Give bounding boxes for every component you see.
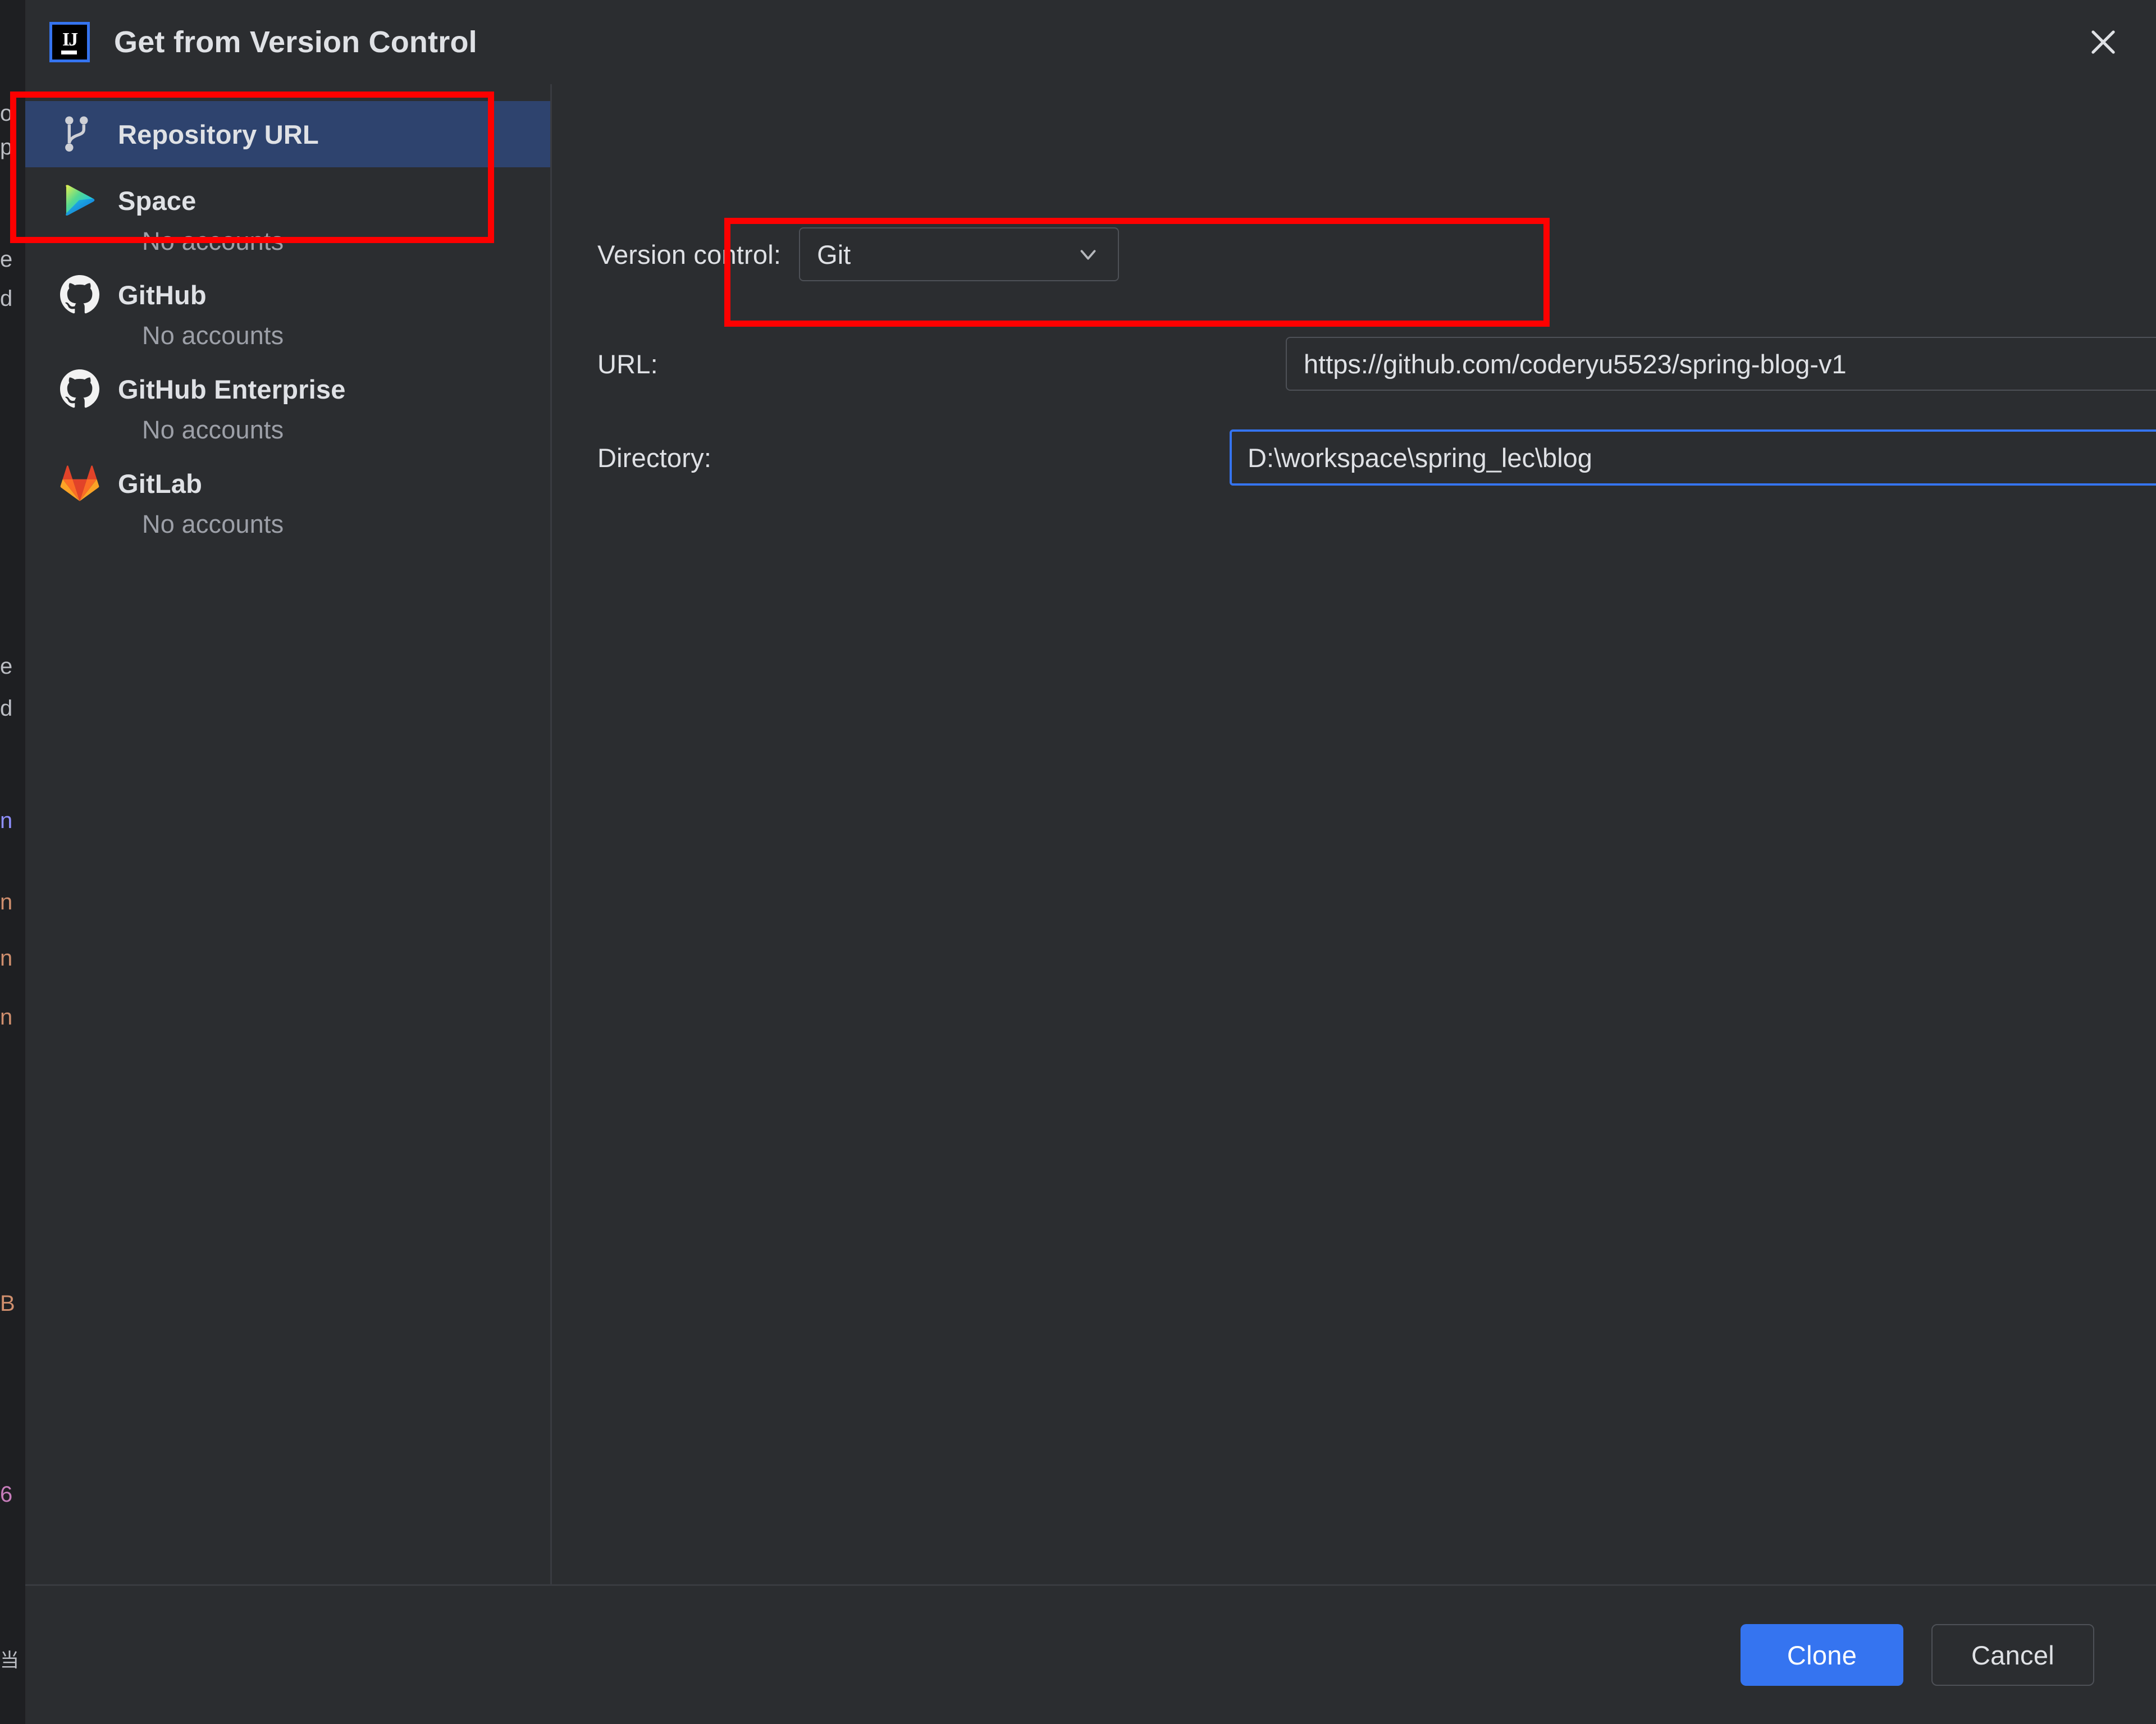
github-icon xyxy=(60,275,104,314)
version-control-value: Git xyxy=(817,239,851,269)
directory-input[interactable]: D:\workspace\spring_lec\blog xyxy=(1230,429,2156,486)
git-branch-icon xyxy=(60,114,104,154)
dialog-title: Get from Version Control xyxy=(114,25,477,59)
sidebar-item-github-enterprise[interactable]: GitHub Enterprise No accounts xyxy=(25,356,550,445)
sidebar-item-label: GitHub xyxy=(118,280,207,310)
version-control-row: Version control: Git xyxy=(597,227,1120,281)
jetbrains-space-icon xyxy=(60,181,104,220)
directory-label: Directory: xyxy=(597,442,712,473)
sidebar-item-label: Repository URL xyxy=(118,119,319,149)
get-from-version-control-dialog: IJ Get from Version Control Repository U… xyxy=(25,0,2156,1724)
sidebar-item-sublabel: No accounts xyxy=(142,227,284,255)
url-label: URL: xyxy=(597,349,658,379)
directory-row: Directory: xyxy=(597,431,711,484)
dialog-footer: Clone Cancel xyxy=(25,1586,2156,1724)
version-control-label: Version control: xyxy=(597,239,782,269)
sidebar-item-sublabel: No accounts xyxy=(142,321,284,350)
intellij-idea-logo-icon: IJ xyxy=(49,22,90,62)
sidebar-item-sublabel: No accounts xyxy=(142,415,284,444)
logo-text: IJ xyxy=(62,29,78,50)
logo-underbar xyxy=(61,51,77,54)
url-input[interactable]: https://github.com/coderyu5523/spring-bl… xyxy=(1286,337,2156,391)
directory-value: D:\workspace\spring_lec\blog xyxy=(1248,442,1592,473)
dialog-content: Version control: Git URL: https://github… xyxy=(550,84,2156,1586)
sidebar-item-space[interactable]: Space No accounts xyxy=(25,167,550,256)
dialog-body: Repository URL Space No accounts GitHub … xyxy=(25,84,2156,1586)
gitlab-icon xyxy=(60,464,104,502)
dialog-sidebar: Repository URL Space No accounts GitHub … xyxy=(25,84,552,1586)
sidebar-item-label: Space xyxy=(118,185,197,216)
sidebar-item-github[interactable]: GitHub No accounts xyxy=(25,262,550,350)
version-control-select[interactable]: Git xyxy=(799,227,1120,281)
github-icon xyxy=(60,369,104,409)
sidebar-item-sublabel: No accounts xyxy=(142,510,284,538)
url-value: https://github.com/coderyu5523/spring-bl… xyxy=(1304,349,1847,379)
dialog-titlebar: IJ Get from Version Control xyxy=(25,0,2156,84)
sidebar-item-repository-url[interactable]: Repository URL xyxy=(25,101,550,167)
cancel-button[interactable]: Cancel xyxy=(1931,1624,2094,1686)
sidebar-item-label: GitLab xyxy=(118,468,203,499)
url-row: URL: xyxy=(597,337,658,391)
clone-button[interactable]: Clone xyxy=(1741,1624,1903,1686)
sidebar-item-gitlab[interactable]: GitLab No accounts xyxy=(25,450,550,539)
close-icon[interactable] xyxy=(2080,19,2127,66)
sidebar-item-label: GitHub Enterprise xyxy=(118,374,346,404)
chevron-down-icon xyxy=(1075,241,1101,267)
